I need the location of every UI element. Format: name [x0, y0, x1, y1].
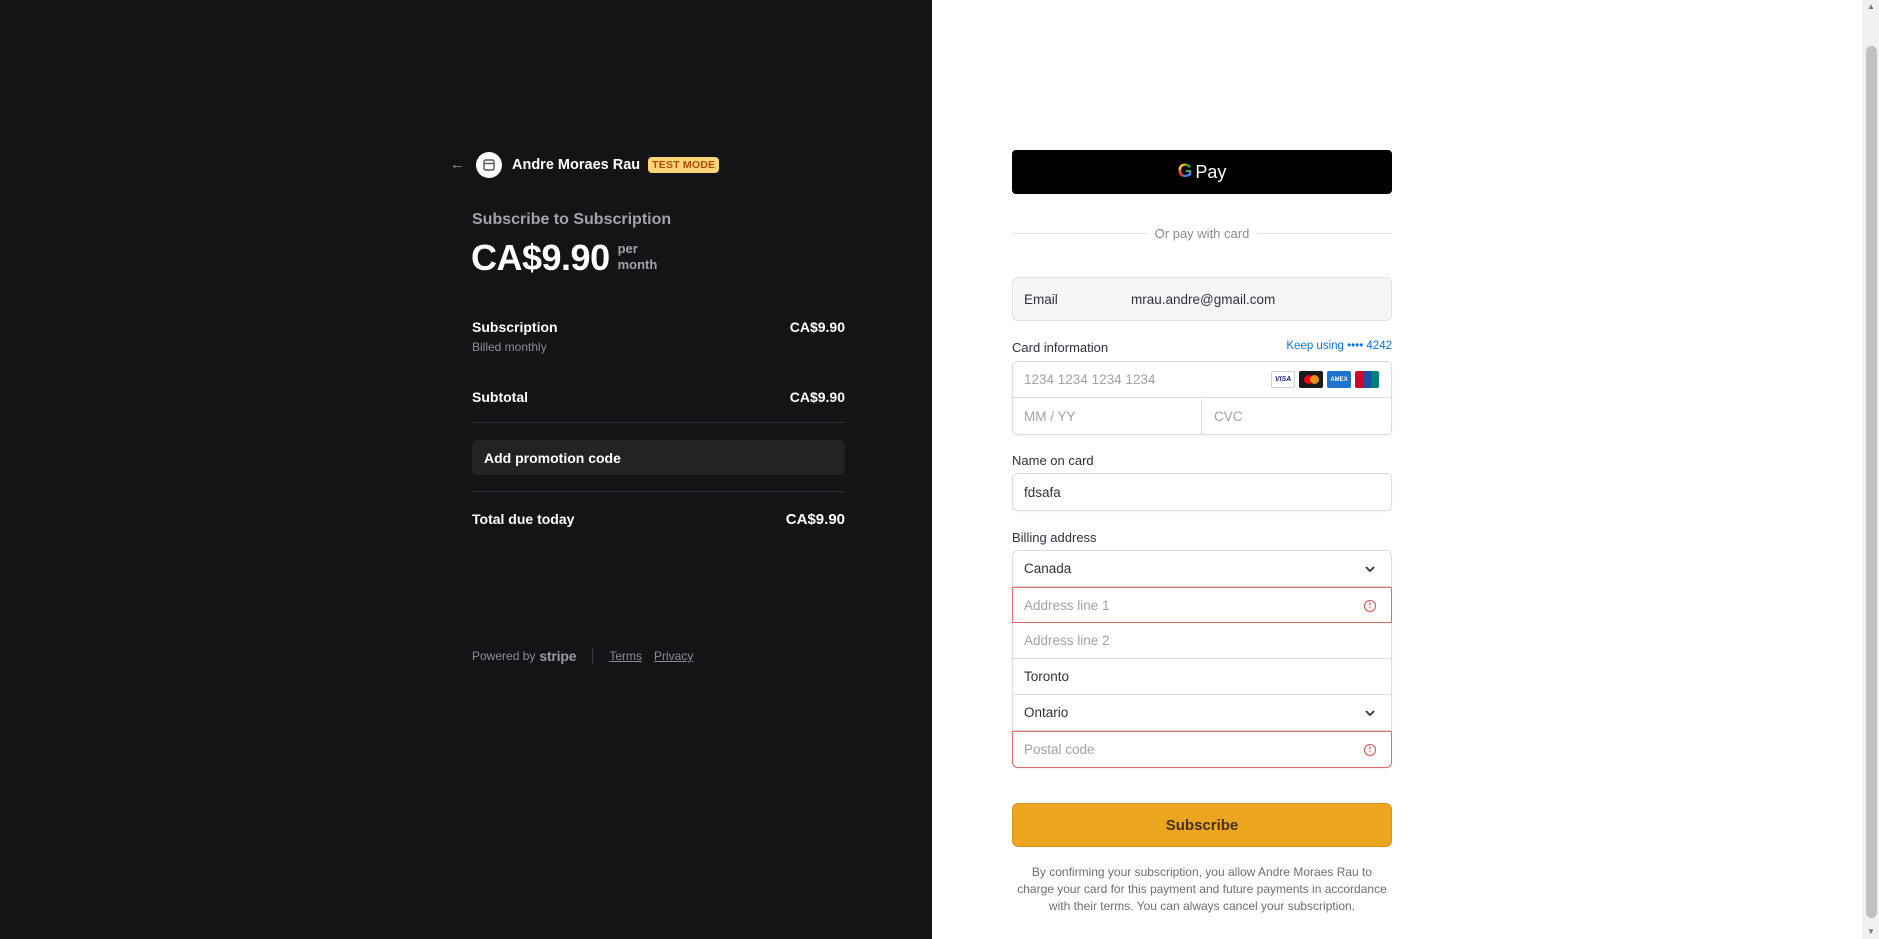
name-on-card-label: Name on card [1012, 453, 1094, 468]
merchant-header: ← Andre Moraes Rau TEST MODE [450, 151, 720, 179]
total-label: Total due today [472, 511, 575, 527]
period-line-1: per [617, 241, 638, 256]
subscribe-button[interactable]: Subscribe [1012, 803, 1392, 847]
line-item-subscription: Subscription CA$9.90 Billed monthly [472, 319, 845, 354]
period-line-2: month [617, 257, 658, 272]
unionpay-icon [1355, 371, 1379, 388]
or-divider: Or pay with card [1012, 226, 1392, 241]
add-promotion-code-button[interactable]: Add promotion code [472, 440, 845, 475]
chevron-down-icon [1365, 566, 1375, 573]
powered-by-stripe[interactable]: Powered by stripe [472, 648, 577, 664]
mastercard-icon [1299, 371, 1323, 388]
google-pay-label: Pay [1195, 161, 1227, 182]
scroll-down-icon[interactable]: ▼ [1866, 927, 1876, 937]
google-g-icon: G [1177, 161, 1193, 182]
amex-icon: AMEX [1327, 371, 1351, 388]
card-information-group: 1234 1234 1234 1234 VISA AMEX MM / YY CV… [1012, 361, 1392, 435]
payment-pane: ▲ ▼ [932, 0, 1879, 939]
stripe-logo: stripe [539, 648, 577, 664]
subtotal-row: Subtotal CA$9.90 [472, 389, 845, 405]
card-expiry-input[interactable]: MM / YY [1013, 399, 1202, 434]
divider [472, 491, 845, 492]
keep-using-saved-card-link[interactable]: Keep using •••• 4242 [1286, 340, 1392, 352]
footer-separator [592, 647, 594, 665]
billing-address-label: Billing address [1012, 530, 1097, 545]
footer: Powered by stripe Terms Privacy [472, 647, 705, 665]
price-display: CA$9.90 per month [471, 236, 657, 280]
city-input[interactable]: Toronto [1013, 659, 1391, 695]
scroll-up-icon[interactable]: ▲ [1866, 2, 1876, 12]
province-value: Ontario [1024, 705, 1069, 720]
powered-by-text: Powered by [472, 649, 536, 663]
price-amount: CA$9.90 [471, 237, 610, 278]
country-select[interactable]: Canada [1013, 551, 1391, 587]
price-period: per month [618, 241, 658, 273]
divider [472, 422, 845, 423]
line-item-label: Subscription [472, 319, 558, 335]
error-icon: ! [1364, 600, 1376, 612]
line-item-sublabel: Billed monthly [472, 340, 547, 354]
address-line-2-placeholder: Address line 2 [1024, 633, 1110, 648]
scrollbar-thumb[interactable] [1866, 46, 1877, 918]
visa-icon: VISA [1271, 371, 1295, 388]
country-value: Canada [1024, 561, 1072, 576]
or-pay-with-card-text: Or pay with card [1154, 226, 1250, 241]
email-value: mrau.andre@gmail.com [1131, 291, 1276, 307]
address-line-1-input[interactable]: Address line 1 ! [1012, 587, 1392, 623]
name-on-card-input[interactable]: fdsafa [1012, 473, 1392, 511]
legal-disclaimer: By confirming your subscription, you all… [1017, 865, 1387, 913]
divider-line [1257, 233, 1392, 234]
card-cvc-input[interactable]: CVC [1203, 399, 1391, 434]
postal-code-placeholder: Postal code [1024, 742, 1095, 757]
address-line-1-placeholder: Address line 1 [1024, 597, 1110, 613]
email-field[interactable]: Email mrau.andre@gmail.com [1012, 277, 1392, 321]
address-line-2-input[interactable]: Address line 2 [1013, 623, 1391, 659]
error-icon: ! [1364, 744, 1376, 756]
subtotal-label: Subtotal [472, 389, 528, 405]
province-select[interactable]: Ontario [1013, 695, 1391, 731]
divider-line [1012, 233, 1147, 234]
line-item-amount: CA$9.90 [789, 319, 845, 335]
store-icon [483, 159, 495, 171]
privacy-link[interactable]: Privacy [654, 649, 693, 663]
google-pay-button[interactable]: G Pay [1012, 150, 1392, 194]
card-brand-icons: VISA AMEX [1271, 371, 1379, 388]
billing-address-group: Canada Address line 1 ! Address line 2 T… [1012, 550, 1392, 768]
chevron-down-icon [1365, 710, 1375, 717]
postal-code-input[interactable]: Postal code ! [1012, 731, 1392, 768]
city-value: Toronto [1024, 669, 1070, 684]
card-information-label: Card information [1012, 340, 1109, 355]
back-arrow-icon[interactable]: ← [450, 157, 466, 173]
email-label: Email [1024, 291, 1058, 307]
scrollbar[interactable]: ▲ ▼ [1862, 0, 1879, 939]
merchant-name: Andre Moraes Rau [512, 157, 641, 173]
order-summary-pane: ← Andre Moraes Rau TEST MODE Subscribe t… [0, 0, 932, 939]
subtotal-amount: CA$9.90 [789, 389, 845, 405]
test-mode-badge: TEST MODE [648, 157, 720, 173]
total-row: Total due today CA$9.90 [472, 511, 845, 528]
terms-link[interactable]: Terms [609, 649, 642, 663]
merchant-logo [476, 152, 502, 178]
product-title: Subscribe to Subscription [472, 211, 672, 228]
total-amount: CA$9.90 [785, 511, 845, 528]
